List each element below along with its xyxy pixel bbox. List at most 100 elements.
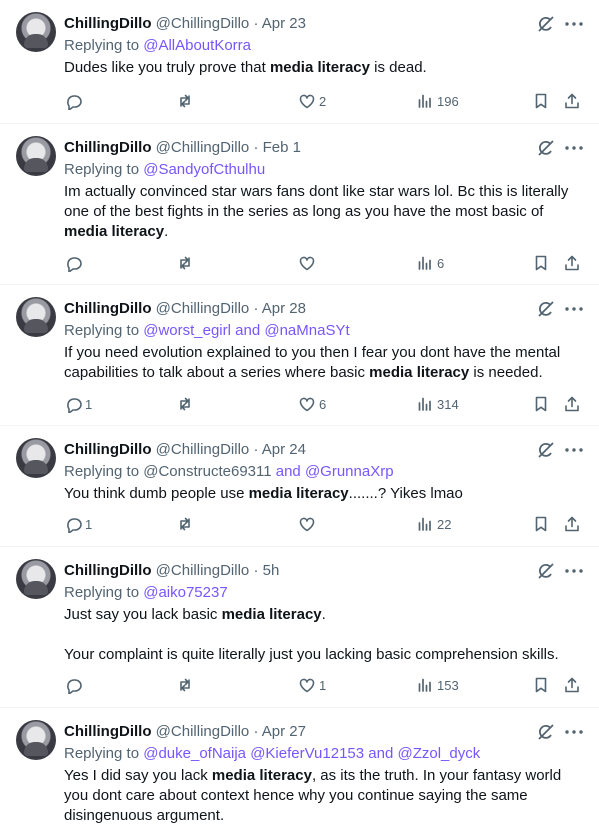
display-name[interactable]: ChillingDillo	[64, 15, 152, 32]
grok-icon[interactable]	[536, 561, 556, 581]
retweet-button[interactable]	[176, 514, 197, 534]
tweet[interactable]: ChillingDillo @ChillingDillo · Apr 23 Re…	[0, 0, 599, 124]
like-button[interactable]: 1	[298, 675, 326, 695]
user-handle[interactable]: @ChillingDillo	[156, 562, 250, 579]
avatar[interactable]	[16, 559, 56, 599]
share-button[interactable]	[563, 394, 581, 414]
highlighted-term: media literacy	[269, 59, 370, 76]
avatar[interactable]	[16, 720, 56, 760]
views-button[interactable]: 196	[416, 91, 459, 111]
bookmark-icon	[535, 677, 547, 693]
views-button[interactable]: 314	[416, 394, 459, 414]
tweet-actions: 1 153	[64, 675, 584, 695]
views-button[interactable]: 22	[416, 514, 451, 534]
bookmark-button[interactable]	[532, 514, 550, 534]
mention-link[interactable]: @Zzol_dyck	[397, 745, 480, 762]
like-button[interactable]: 6	[298, 394, 326, 414]
highlighted-term: media literacy	[369, 364, 470, 381]
bookmark-button[interactable]	[532, 675, 550, 695]
timestamp[interactable]: Apr 28	[262, 300, 306, 317]
reply-button[interactable]	[64, 91, 85, 111]
more-options-icon[interactable]	[563, 299, 585, 319]
tweet[interactable]: ChillingDillo @ChillingDillo · Apr 28 Re…	[0, 285, 599, 426]
tweet[interactable]: ChillingDillo @ChillingDillo · Apr 24 Re…	[0, 426, 599, 547]
bookmark-button[interactable]	[532, 253, 550, 273]
avatar[interactable]	[16, 136, 56, 176]
avatar[interactable]	[16, 12, 56, 52]
timestamp[interactable]: Apr 27	[262, 723, 306, 740]
user-handle[interactable]: @ChillingDillo	[156, 723, 250, 740]
reply-button[interactable]	[64, 675, 85, 695]
tweet[interactable]: ChillingDillo @ChillingDillo · 5h Replyi…	[0, 547, 599, 708]
display-name[interactable]: ChillingDillo	[64, 723, 152, 740]
reply-count: 1	[85, 516, 93, 532]
grok-icon[interactable]	[536, 299, 556, 319]
highlighted-term: media literacy	[248, 485, 349, 502]
views-button[interactable]: 153	[416, 675, 459, 695]
timestamp[interactable]: Apr 23	[262, 15, 306, 32]
retweet-icon	[180, 678, 190, 692]
reply-button[interactable]: 1	[64, 394, 92, 414]
display-name[interactable]: ChillingDillo	[64, 300, 152, 317]
display-name[interactable]: ChillingDillo	[64, 441, 152, 458]
share-button[interactable]	[563, 91, 581, 111]
timestamp[interactable]: Feb 1	[263, 139, 301, 156]
mention-link[interactable]: @KieferVu12153	[250, 745, 364, 762]
grok-icon[interactable]	[536, 722, 556, 742]
share-button[interactable]	[563, 675, 581, 695]
replying-to: Replying to @aiko75237	[64, 583, 228, 603]
more-options-icon[interactable]	[563, 722, 585, 742]
display-name[interactable]: ChillingDillo	[64, 562, 152, 579]
more-options-icon[interactable]	[563, 440, 585, 460]
like-button[interactable]	[298, 253, 319, 273]
mention-link[interactable]: @Constructe69311	[143, 463, 271, 480]
user-handle[interactable]: @ChillingDillo	[156, 300, 250, 317]
mention-link[interactable]: @AllAboutKorra	[143, 37, 251, 54]
like-button[interactable]: 2	[298, 91, 326, 111]
mention-link[interactable]: @GrunnaXrp	[305, 463, 394, 480]
views-button[interactable]: 6	[416, 253, 444, 273]
user-handle[interactable]: @ChillingDillo	[156, 139, 250, 156]
tweet[interactable]: ChillingDillo @ChillingDillo · Feb 1 Rep…	[0, 124, 599, 285]
avatar[interactable]	[16, 297, 56, 337]
timestamp[interactable]: 5h	[263, 562, 280, 579]
mention-link[interactable]: @naMnaSYt	[264, 322, 349, 339]
bookmark-button[interactable]	[532, 91, 550, 111]
more-options-icon[interactable]	[563, 561, 585, 581]
bookmark-button[interactable]	[532, 394, 550, 414]
reply-button[interactable]: 1	[64, 514, 92, 534]
tweet-paragraph: Yes I did say you lack media literacy, a…	[64, 766, 574, 826]
grok-icon[interactable]	[536, 138, 556, 158]
text-segment: is dead.	[370, 59, 427, 76]
replying-to: Replying to @Constructe69311 and @Grunna…	[64, 462, 394, 482]
reply-icon	[67, 257, 82, 272]
tweet-header: ChillingDillo @ChillingDillo · Apr 24	[64, 440, 306, 460]
grok-icon[interactable]	[536, 14, 556, 34]
mention-link[interactable]: @duke_ofNaija	[143, 745, 246, 762]
mention-link[interactable]: @aiko75237	[143, 584, 227, 601]
text-segment: Just say you lack basic	[64, 606, 222, 623]
display-name[interactable]: ChillingDillo	[64, 139, 152, 156]
avatar[interactable]	[16, 438, 56, 478]
reply-button[interactable]	[64, 253, 85, 273]
retweet-button[interactable]	[176, 394, 197, 414]
retweet-button[interactable]	[176, 91, 197, 111]
mention-link[interactable]: @SandyofCthulhu	[143, 161, 265, 178]
like-button[interactable]	[298, 514, 319, 534]
text-segment: Dudes like you truly prove that	[64, 59, 270, 76]
grok-icon[interactable]	[536, 440, 556, 460]
share-button[interactable]	[563, 514, 581, 534]
timestamp[interactable]: Apr 24	[262, 441, 306, 458]
replying-to-label: Replying to	[64, 584, 144, 601]
user-handle[interactable]: @ChillingDillo	[156, 441, 250, 458]
retweet-button[interactable]	[176, 253, 197, 273]
more-options-icon[interactable]	[563, 14, 585, 34]
user-handle[interactable]: @ChillingDillo	[156, 15, 250, 32]
mention-link[interactable]: @worst_egirl	[143, 322, 231, 339]
tweet[interactable]: ChillingDillo @ChillingDillo · Apr 27 Re…	[0, 708, 599, 839]
more-options-icon[interactable]	[563, 138, 585, 158]
text-segment: Your complaint is quite literally just y…	[64, 646, 559, 663]
share-button[interactable]	[563, 253, 581, 273]
like-count: 1	[319, 677, 327, 693]
retweet-button[interactable]	[176, 675, 197, 695]
